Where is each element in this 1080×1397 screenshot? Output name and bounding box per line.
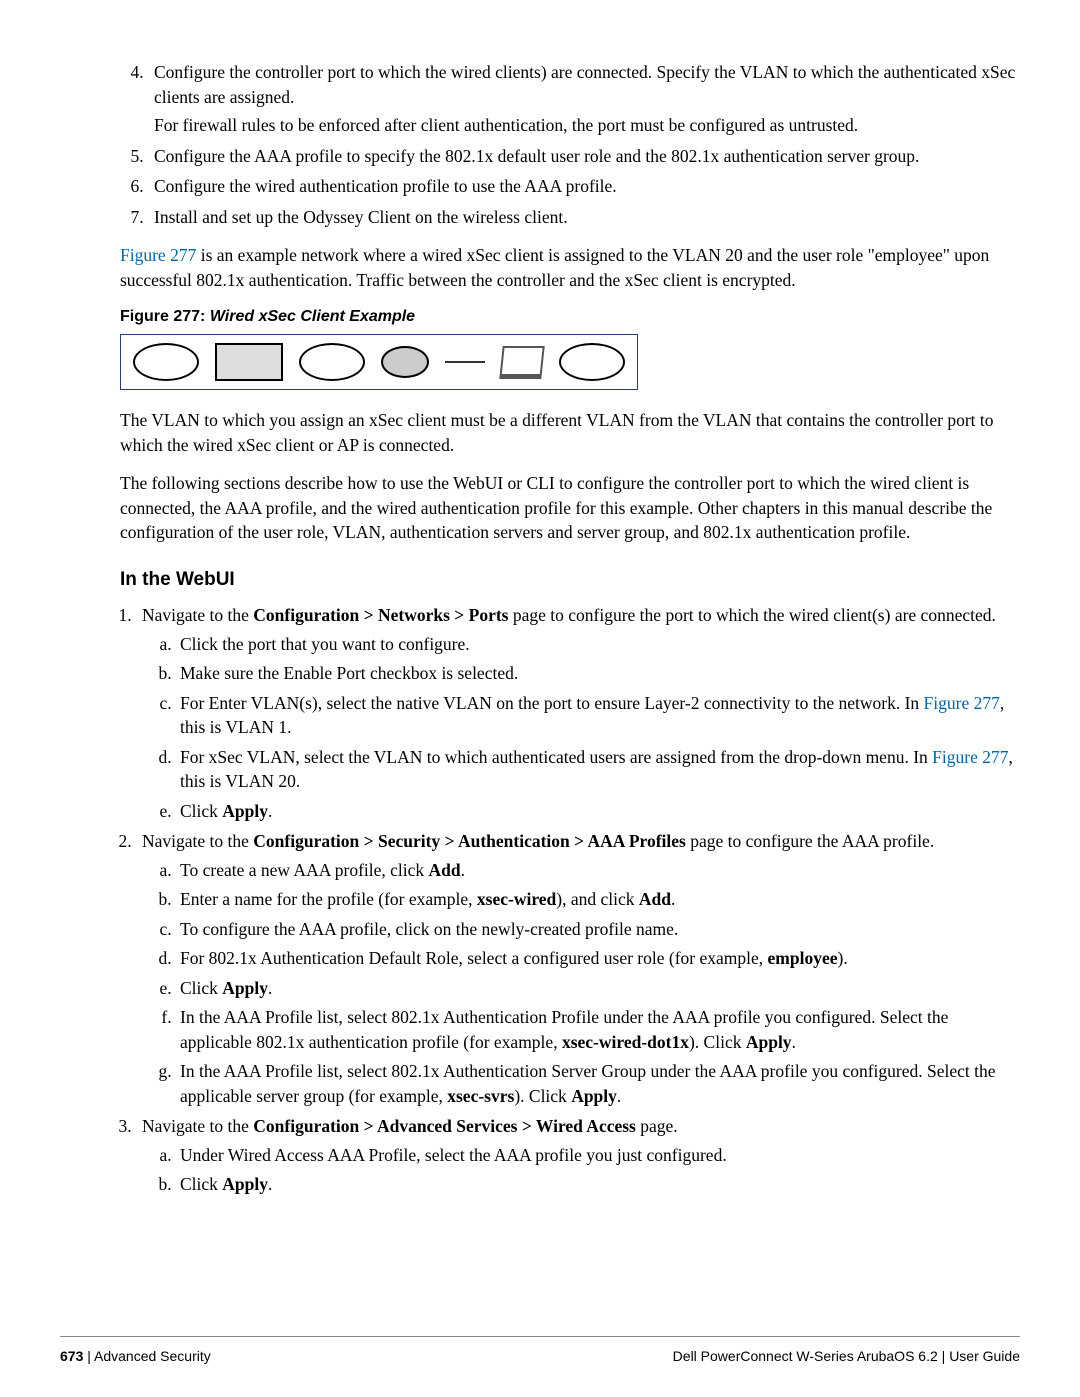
step-7: Install and set up the Odyssey Client on… (148, 205, 1020, 230)
cloud2-icon (559, 343, 625, 381)
page-footer: 673 | Advanced Security Dell PowerConnec… (60, 1336, 1020, 1367)
w1c-pre: For Enter VLAN(s), select the native VLA… (180, 693, 924, 713)
figure-277-diagram (120, 334, 638, 390)
w2d: For 802.1x Authentication Default Role, … (176, 946, 1020, 971)
w2-post: page to configure the AAA profile. (686, 831, 934, 851)
w2d-emp: employee (768, 948, 838, 968)
webui-step-3: Navigate to the Configuration > Advanced… (136, 1114, 1020, 1197)
w2f-xwd: xsec-wired-dot1x (562, 1032, 689, 1052)
w2d-post: ). (838, 948, 848, 968)
cloud-icon (133, 343, 199, 381)
step-4: Configure the controller port to which t… (148, 60, 1020, 138)
w2-pre: Navigate to the (142, 831, 253, 851)
router-icon (381, 346, 429, 378)
w1a: Click the port that you want to configur… (176, 632, 1020, 657)
footer-product: Dell PowerConnect W-Series ArubaOS 6.2 (673, 1348, 938, 1364)
step-5: Configure the AAA profile to specify the… (148, 144, 1020, 169)
w1d: For xSec VLAN, select the VLAN to which … (176, 745, 1020, 794)
figure-intro-paragraph: Figure 277 is an example network where a… (120, 243, 1020, 292)
webui-step-2: Navigate to the Configuration > Security… (136, 829, 1020, 1108)
figure-277-link-c[interactable]: Figure 277 (924, 693, 1000, 713)
w2b-pre: Enter a name for the profile (for exampl… (180, 889, 477, 909)
w2b-post: . (671, 889, 675, 909)
w2e-pre: Click (180, 978, 222, 998)
w1e-apply: Apply (222, 801, 268, 821)
w1d-pre: For xSec VLAN, select the VLAN to which … (180, 747, 932, 767)
w3-post: page. (636, 1116, 678, 1136)
w2d-pre: For 802.1x Authentication Default Role, … (180, 948, 768, 968)
w2g-xs: xsec-svrs (447, 1086, 514, 1106)
w2b: Enter a name for the profile (for exampl… (176, 887, 1020, 912)
w2b-add: Add (639, 889, 671, 909)
w3b: Click Apply. (176, 1172, 1020, 1197)
w3a: Under Wired Access AAA Profile, select t… (176, 1143, 1020, 1168)
figure-intro-text: is an example network where a wired xSec… (120, 245, 989, 290)
w1-path: Configuration > Networks > Ports (253, 605, 508, 625)
webui-step-3-sub: Under Wired Access AAA Profile, select t… (142, 1143, 1020, 1197)
footer-left: 673 | Advanced Security (60, 1347, 211, 1367)
figure-277-caption: Figure 277: Wired xSec Client Example (120, 306, 1020, 328)
w1-pre: Navigate to the (142, 605, 253, 625)
step-4-note: For firewall rules to be enforced after … (154, 113, 1020, 138)
w2f-post: . (792, 1032, 796, 1052)
w2g-post: . (617, 1086, 621, 1106)
w2e-post: . (268, 978, 272, 998)
w2a-pre: To create a new AAA profile, click (180, 860, 429, 880)
w2-path: Configuration > Security > Authenticatio… (253, 831, 686, 851)
w3b-post: . (268, 1174, 272, 1194)
footer-left-title: Advanced Security (94, 1348, 211, 1364)
w1e-pre: Click (180, 801, 222, 821)
figure-caption-title: Wired xSec Client Example (210, 308, 415, 325)
w2g: In the AAA Profile list, select 802.1x A… (176, 1059, 1020, 1108)
w2f-apply: Apply (746, 1032, 792, 1052)
figure-277-link-d[interactable]: Figure 277 (932, 747, 1008, 767)
w1-post: page to configure the port to which the … (508, 605, 995, 625)
footer-right-sep: | (938, 1348, 949, 1364)
w3b-apply: Apply (222, 1174, 268, 1194)
webui-steps: Navigate to the Configuration > Networks… (108, 603, 1020, 1197)
w3-pre: Navigate to the (142, 1116, 253, 1136)
w1b: Make sure the Enable Port checkbox is se… (176, 661, 1020, 686)
w2a: To create a new AAA profile, click Add. (176, 858, 1020, 883)
w2e-apply: Apply (222, 978, 268, 998)
connection-line-icon (445, 361, 485, 363)
network-icon (299, 343, 365, 381)
figure-277-link[interactable]: Figure 277 (120, 245, 196, 265)
page-number: 673 (60, 1348, 83, 1364)
vlan-note-paragraph: The VLAN to which you assign an xSec cli… (120, 408, 1020, 457)
w2b-xw: xsec-wired (477, 889, 556, 909)
w2g-mid: ). Click (514, 1086, 571, 1106)
footer-left-sep: | (83, 1348, 94, 1364)
webui-step-1: Navigate to the Configuration > Networks… (136, 603, 1020, 823)
w2e: Click Apply. (176, 976, 1020, 1001)
step-4-text: Configure the controller port to which t… (154, 62, 1015, 107)
footer-doc: User Guide (949, 1348, 1020, 1364)
section-heading-webui: In the WebUI (120, 567, 1020, 594)
w1c: For Enter VLAN(s), select the native VLA… (176, 691, 1020, 740)
w3b-pre: Click (180, 1174, 222, 1194)
numbered-steps-4-7: Configure the controller port to which t… (120, 60, 1020, 229)
step-6: Configure the wired authentication profi… (148, 174, 1020, 199)
figure-caption-label: Figure 277: (120, 308, 205, 325)
webui-step-2-sub: To create a new AAA profile, click Add. … (142, 858, 1020, 1109)
w2b-mid: ), and click (556, 889, 639, 909)
switch-icon (215, 343, 283, 381)
w3-path: Configuration > Advanced Services > Wire… (253, 1116, 636, 1136)
following-sections-paragraph: The following sections describe how to u… (120, 471, 1020, 545)
footer-right: Dell PowerConnect W-Series ArubaOS 6.2 |… (673, 1347, 1020, 1367)
laptop-icon (499, 346, 544, 379)
w2a-post: . (461, 860, 465, 880)
w2f: In the AAA Profile list, select 802.1x A… (176, 1005, 1020, 1054)
webui-step-1-sub: Click the port that you want to configur… (142, 632, 1020, 824)
w1e: Click Apply. (176, 799, 1020, 824)
w2a-add: Add (429, 860, 461, 880)
w2c: To configure the AAA profile, click on t… (176, 917, 1020, 942)
w1e-post: . (268, 801, 272, 821)
w2g-apply: Apply (571, 1086, 617, 1106)
w2f-mid: ). Click (689, 1032, 746, 1052)
